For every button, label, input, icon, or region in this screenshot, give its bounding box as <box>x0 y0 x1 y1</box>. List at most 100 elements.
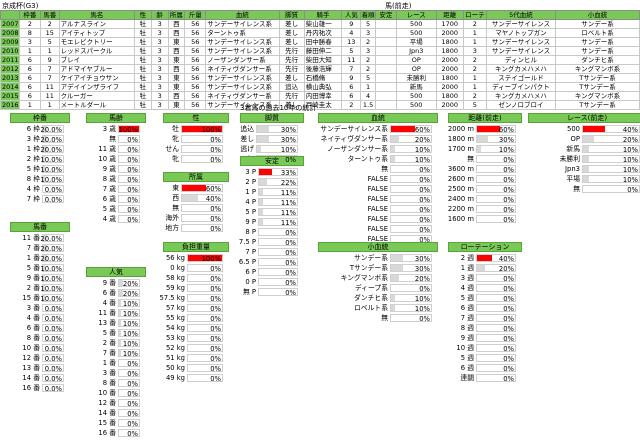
stat-label: 平場 <box>566 175 580 183</box>
stat-percent: 0.0% <box>44 365 62 373</box>
stat-bar: 0% <box>187 354 223 363</box>
table-cell: 田中勝春 <box>303 37 343 47</box>
stat-bar: 11% <box>258 198 298 207</box>
stat-row-umaban: 5 番 10.0% <box>2 263 70 273</box>
stat-bar-fill <box>391 255 403 261</box>
stat-percent: 0.0% <box>44 355 62 363</box>
table-cell: 5 <box>360 73 376 83</box>
stat-percent: 40% <box>498 255 514 263</box>
table-cell: サンデー系 <box>555 37 640 47</box>
stat-label: 2400 m <box>447 195 474 203</box>
table-cell: 3 <box>150 100 169 110</box>
table-cell: 7 <box>341 64 362 74</box>
stat-bar: 0% <box>118 419 140 428</box>
top-header-cell: 距離 <box>435 10 464 20</box>
table-cell: 2000 <box>435 100 464 110</box>
stat-bar: 0% <box>118 195 140 204</box>
stat-label: 10 歳 <box>98 155 116 163</box>
stat-label: 未勝利 <box>559 155 580 163</box>
table-cell: 2000 <box>435 55 464 65</box>
stat-percent: 60% <box>414 126 430 134</box>
stat-row-ninki: 16 番 0% <box>78 428 146 438</box>
stat-percent: 0% <box>210 365 221 373</box>
top-header-cell: 小血統 <box>555 10 640 20</box>
table-cell: 牡 <box>134 37 152 47</box>
stat-percent: 30% <box>280 136 296 144</box>
stat-percent: 0% <box>210 335 221 343</box>
stat-percent: 0% <box>285 259 296 267</box>
table-cell: Tサンデー系 <box>555 73 640 83</box>
stat-row-antei: 無 P 0% <box>232 287 304 297</box>
stat-bar-fill <box>583 166 589 172</box>
stat-bar: 0% <box>181 204 223 213</box>
stat-label: 5 週 <box>460 354 474 362</box>
stat-bar: 20% <box>118 279 140 288</box>
stat-percent: 10.0% <box>40 156 62 164</box>
stat-row-bamei: 5 歳 0% <box>78 204 146 214</box>
stat-row-wakuban: 5 枠 10.0% <box>2 164 70 174</box>
stat-row-ninki: 9 番 20% <box>78 278 146 288</box>
stat-label: 5 番 <box>102 329 116 337</box>
stat-row-umaban: 10 番 0.0% <box>2 343 70 353</box>
stat-label: 9 番 <box>102 279 116 287</box>
stat-bar-fill <box>257 126 269 132</box>
stat-row-kinryo: 57 kg 0% <box>155 303 229 313</box>
stat-bar: 60% <box>390 125 432 134</box>
stat-bar: 0% <box>258 258 298 267</box>
stat-row-sei: 牝 0% <box>155 154 229 164</box>
stat-label: 5 週 <box>460 294 474 302</box>
stat-bar: 0% <box>476 354 516 363</box>
table-cell: 差し <box>278 19 305 29</box>
table-cell: 西 <box>167 46 186 56</box>
stat-row-rote: 6 週 0% <box>440 303 522 313</box>
stat-percent: 0% <box>419 315 430 323</box>
table-cell: 9 <box>39 55 60 65</box>
stat-row-bamei: 3 歳 100% <box>78 124 146 134</box>
stat-label: 7 P <box>245 248 256 256</box>
stat-row-shozoku: 無 0% <box>155 203 229 213</box>
stat-percent: 0% <box>419 216 430 224</box>
table-cell: 2008 <box>0 28 20 38</box>
stat-label: 4 枠 <box>26 185 40 193</box>
stat-label: 13 番 <box>98 319 116 327</box>
stat-bar: 0% <box>187 314 223 323</box>
table-row: 2015 6 11 クルーガー牡 3 西 56 ネイティヴダンサー系 先行 内田博幸 6 4 500 18… <box>0 91 640 101</box>
stat-percent: 0.0% <box>44 186 62 194</box>
stat-label: FALSE <box>367 175 388 183</box>
stat-label: 53 kg <box>165 334 185 342</box>
stat-row-shoketto: ディープ系 0% <box>310 283 438 293</box>
stat-bar: 20.0% <box>40 254 64 263</box>
stat-bar: 0% <box>258 288 298 297</box>
stat-bar-fill <box>259 219 264 225</box>
table-cell: 9 <box>341 19 362 29</box>
stat-bar: 0% <box>118 155 140 164</box>
stat-label: 2 枠 <box>26 155 40 163</box>
table-cell: 西 <box>167 28 186 38</box>
stat-label: 16 番 <box>98 429 116 437</box>
stat-percent: 11% <box>280 219 296 227</box>
stat-bar: 0.0% <box>42 374 64 383</box>
stat-bar: 0.0% <box>42 364 64 373</box>
stat-row-ketto: FALSE 0% <box>310 204 438 214</box>
top-header-cell: レース <box>395 10 437 20</box>
stat-label: 12 番 <box>22 354 40 362</box>
stat-label: ターントゥ系 <box>347 155 388 163</box>
stat-bar-fill <box>477 136 489 142</box>
table-cell: 56 <box>184 55 207 65</box>
stat-bar: 0% <box>187 364 223 373</box>
table-cell: 1 <box>462 37 487 47</box>
stat-bar-fill <box>477 146 481 152</box>
table-cell: ディープインパクト <box>485 82 557 92</box>
stat-row-bamei: 無 0% <box>78 134 146 144</box>
stat-label: 11 番 <box>22 234 40 242</box>
table-row: 2010 1 1 レッドスパークル牡 3 西 56 サンデーサイレンス系 先行 藤田伸二 5 3 Jpn… <box>0 46 640 56</box>
stat-row-ninki: 3 番 0% <box>78 368 146 378</box>
stat-bar: 0% <box>181 135 223 144</box>
stat-bar: 10% <box>118 309 140 318</box>
table-cell: サンデーサイレンス系 <box>205 37 280 47</box>
stat-row-umaban: 2 番 10.0% <box>2 283 70 293</box>
table-cell <box>374 82 397 92</box>
stat-row-umaban: 15 番 10.0% <box>2 293 70 303</box>
stat-label: 無 <box>172 204 179 212</box>
stat-label: 地方 <box>165 224 179 232</box>
